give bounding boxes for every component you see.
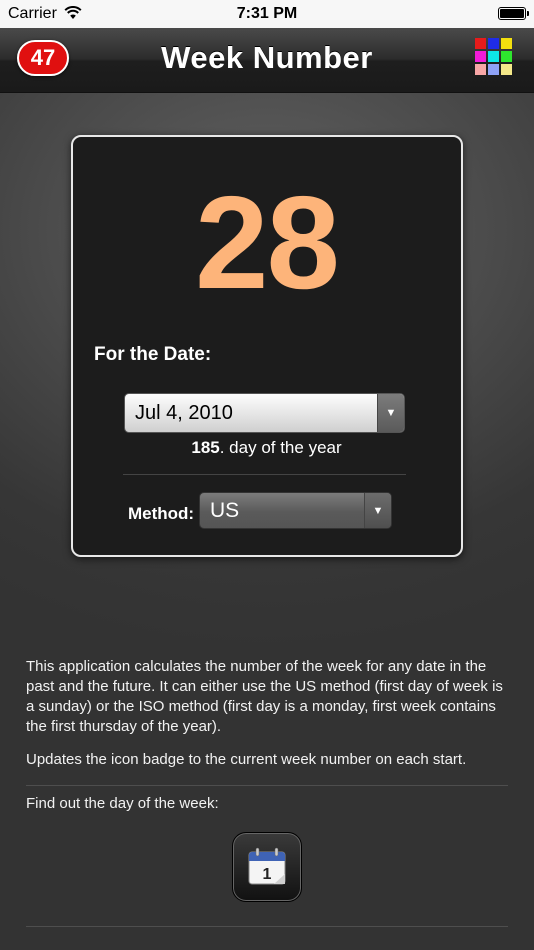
divider [26, 926, 508, 927]
divider [26, 785, 508, 786]
week-number-card: 28 For the Date: Jul 4, 2010 ▼ 185. day … [71, 135, 463, 557]
page-title: Week Number [161, 40, 373, 75]
battery-icon [498, 7, 529, 20]
description-paragraph: This application calculates the number o… [26, 658, 503, 735]
status-bar: Carrier 7:31 PM [0, 0, 534, 28]
calendar-icon: 1 [247, 846, 287, 886]
grid-square [488, 38, 499, 49]
day-of-year: 185. day of the year [73, 438, 460, 458]
grid-square [488, 64, 499, 75]
date-picker[interactable]: Jul 4, 2010 ▼ [124, 393, 405, 433]
apps-grid-icon[interactable] [475, 38, 513, 76]
grid-square [475, 38, 486, 49]
grid-square [501, 64, 512, 75]
chevron-down-icon: ▼ [377, 394, 404, 432]
method-label: Method: [128, 504, 195, 523]
day-of-year-suffix: . day of the year [219, 438, 342, 457]
method-value: US [210, 498, 240, 522]
grid-square [475, 51, 486, 62]
badge-info-paragraph: Updates the icon badge to the current we… [26, 751, 467, 768]
week-number-value: 28 [195, 169, 340, 316]
navigation-bar: 47 Week Number [0, 28, 534, 93]
grid-square [488, 51, 499, 62]
day-of-week-app-button[interactable]: 1 [232, 832, 302, 902]
grid-square [501, 51, 512, 62]
method-picker[interactable]: US ▼ [199, 492, 392, 529]
calendar-day-number: 1 [263, 866, 272, 883]
status-time: 7:31 PM [236, 5, 298, 22]
grid-square [475, 64, 486, 75]
date-value: Jul 4, 2010 [135, 401, 233, 424]
divider [123, 474, 406, 475]
find-day-label: Find out the day of the week: [26, 795, 219, 812]
chevron-down-icon: ▼ [364, 493, 391, 528]
for-date-label: For the Date: [94, 344, 212, 365]
day-of-year-number: 185 [191, 438, 220, 457]
grid-square [501, 38, 512, 49]
